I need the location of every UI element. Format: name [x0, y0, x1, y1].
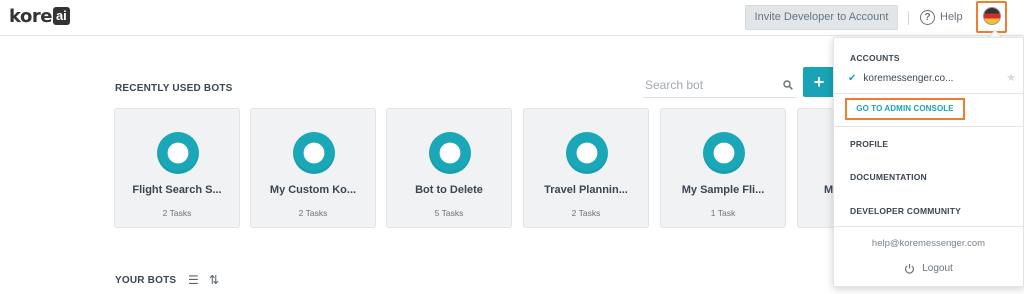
support-email: help@koremessenger.com — [871, 238, 986, 249]
invite-developer-button[interactable]: Invite Developer to Account — [745, 5, 898, 30]
bot-icon — [566, 132, 608, 174]
recently-used-bots-title: RECENTLY USED BOTS — [115, 83, 233, 94]
help-link[interactable]: ? Help — [920, 8, 963, 26]
list-view-icon[interactable]: ☰ — [188, 273, 199, 287]
header-divider — [908, 11, 909, 25]
bot-card[interactable]: My Custom Ko... 2 Tasks — [250, 108, 376, 228]
bot-task-count: 2 Tasks — [571, 208, 601, 218]
power-icon — [905, 263, 915, 274]
kore-ai-logo[interactable]: kore ai — [9, 5, 70, 27]
bot-name: My Sample Fli... — [681, 184, 765, 196]
bot-name: My Custom Ko... — [269, 184, 357, 196]
bot-name: Travel Plannin... — [544, 184, 628, 196]
check-icon: ✔ — [848, 72, 857, 84]
star-icon[interactable]: ★ — [1006, 71, 1016, 84]
account-name: koremessenger.co... — [863, 72, 954, 84]
bot-name: M — [824, 184, 834, 196]
bot-card[interactable]: Flight Search S... 2 Tasks — [114, 108, 240, 228]
divider — [834, 226, 1023, 227]
divider — [834, 126, 1023, 127]
developer-community-menu-item[interactable]: DEVELOPER COMMUNITY — [850, 206, 961, 216]
search-input[interactable] — [645, 76, 775, 94]
profile-dropdown: ACCOUNTS ✔ koremessenger.co... ★ GO TO A… — [833, 37, 1024, 287]
documentation-menu-item[interactable]: DOCUMENTATION — [850, 172, 927, 182]
avatar — [983, 7, 1001, 25]
account-item[interactable]: ✔ koremessenger.co... ★ — [848, 70, 1016, 86]
bot-icon — [703, 132, 745, 174]
profile-menu-item[interactable]: PROFILE — [850, 139, 888, 149]
bot-name: Flight Search S... — [132, 184, 222, 196]
bot-task-count: 1 Task — [710, 208, 736, 218]
bot-card[interactable]: Travel Plannin... 2 Tasks — [523, 108, 649, 228]
bot-task-count: 5 Tasks — [434, 208, 464, 218]
bot-icon — [157, 132, 199, 174]
add-bot-button[interactable]: + — [803, 67, 835, 97]
logout-button[interactable]: Logout — [834, 263, 1023, 274]
search-icon[interactable] — [783, 80, 793, 90]
logo-box: ai — [52, 7, 70, 25]
bot-card[interactable]: M — [797, 108, 837, 228]
bot-task-count: 2 Tasks — [298, 208, 328, 218]
search-bot — [643, 72, 797, 98]
bot-icon — [293, 132, 335, 174]
bot-task-count: 2 Tasks — [162, 208, 192, 218]
help-label: Help — [940, 11, 963, 23]
bot-card[interactable]: Bot to Delete 5 Tasks — [386, 108, 512, 228]
accounts-heading: ACCOUNTS — [850, 53, 900, 63]
divider — [834, 93, 1023, 94]
sort-icon[interactable]: ⇅ — [209, 273, 219, 287]
logo-text: kore — [9, 5, 52, 27]
help-icon: ? — [920, 9, 935, 25]
logout-label: Logout — [922, 263, 953, 274]
profile-menu-button[interactable] — [976, 1, 1007, 33]
top-header: kore ai Invite Developer to Account ? He… — [0, 0, 1024, 36]
go-to-admin-console-link[interactable]: GO TO ADMIN CONSOLE — [845, 98, 965, 120]
your-bots-title: YOUR BOTS — [115, 275, 177, 286]
bot-icon — [429, 132, 471, 174]
bot-card[interactable]: My Sample Fli... 1 Task — [660, 108, 786, 228]
bot-name: Bot to Delete — [415, 184, 483, 196]
